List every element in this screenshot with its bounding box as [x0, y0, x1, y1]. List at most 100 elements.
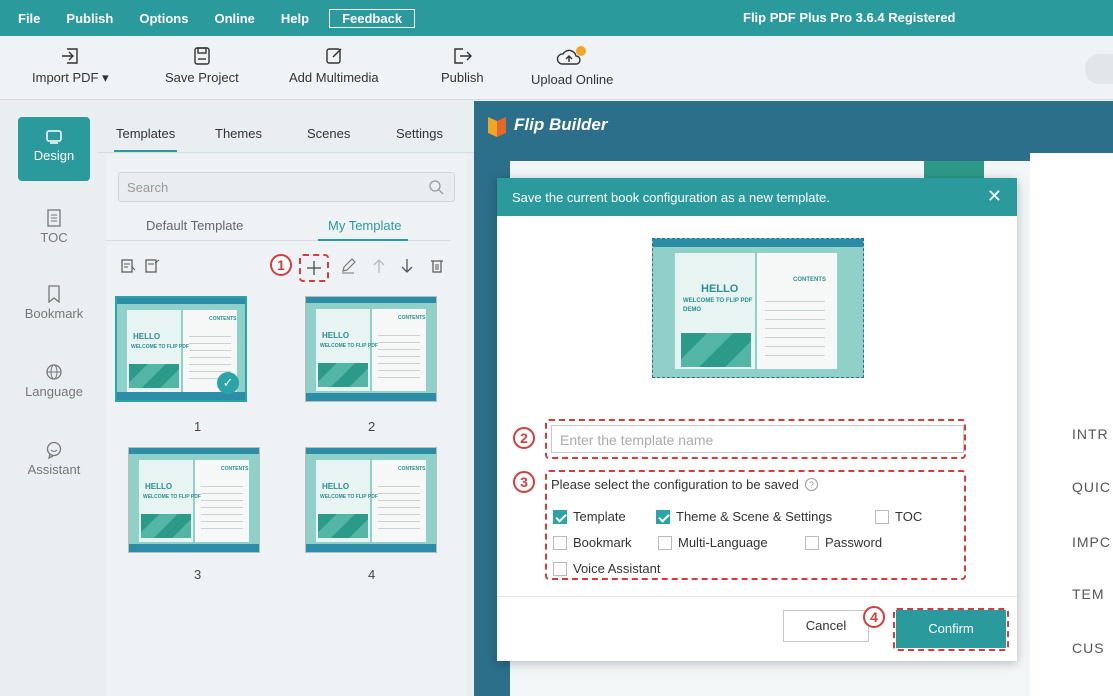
chat-icon: [46, 441, 62, 459]
option-voice-assistant[interactable]: Voice Assistant: [553, 561, 660, 576]
template-thumb-4[interactable]: HELLO WELCOME TO FLIP PDF PLUS CONTENTS: [305, 447, 437, 553]
tab-settings[interactable]: Settings: [396, 126, 443, 141]
subtab-default-template[interactable]: Default Template: [146, 218, 243, 233]
preview-hello-text: HELLO: [701, 283, 739, 295]
help-icon[interactable]: ?: [804, 478, 818, 491]
close-icon[interactable]: ✕: [987, 186, 1002, 207]
tab-templates[interactable]: Templates: [113, 126, 178, 152]
feedback-button[interactable]: Feedback: [329, 8, 416, 28]
checkbox[interactable]: [805, 535, 819, 550]
move-down-icon[interactable]: [400, 258, 414, 274]
toolbar: Import PDF ▾ Save Project Add Multimedia…: [0, 36, 1113, 100]
contents-item-4: TEM: [1072, 586, 1105, 602]
search-placeholder: Search: [127, 180, 169, 195]
dialog-footer-divider: [497, 596, 1017, 597]
contents-item-2: QUIC: [1072, 479, 1111, 495]
checkbox[interactable]: [553, 535, 567, 550]
option-template[interactable]: Template: [553, 509, 626, 524]
option-label: Multi-Language: [678, 535, 768, 550]
checkbox-checked[interactable]: [656, 509, 670, 524]
nav-toc-label: TOC: [40, 230, 68, 245]
upload-online-label: Upload Online: [531, 72, 614, 87]
design-icon: [46, 130, 62, 144]
tab-themes[interactable]: Themes: [215, 126, 262, 141]
move-up-icon[interactable]: [372, 258, 386, 274]
add-multimedia-button[interactable]: Add Multimedia: [289, 46, 379, 85]
template-list-area: Search Default Template My Template 1 HE…: [106, 154, 466, 696]
thumb-hello-text: HELLO: [322, 331, 350, 340]
checkbox[interactable]: [875, 509, 889, 524]
template-name-placeholder: Enter the template name: [560, 432, 714, 448]
export-template-icon[interactable]: [144, 258, 160, 274]
panel-tabs: Templates Themes Scenes Settings: [98, 101, 474, 153]
option-bookmark[interactable]: Bookmark: [553, 535, 632, 550]
nav-assistant[interactable]: Assistant: [18, 441, 90, 477]
import-icon: [62, 48, 78, 64]
thumb-hello-text: HELLO: [133, 332, 161, 341]
add-multimedia-label: Add Multimedia: [289, 70, 379, 85]
menu-publish[interactable]: Publish: [52, 11, 125, 26]
rename-icon[interactable]: [340, 258, 356, 274]
import-pdf-button[interactable]: Import PDF ▾: [32, 46, 109, 86]
publish-button[interactable]: Publish: [441, 46, 484, 85]
contents-item-5: CUS: [1072, 640, 1105, 656]
cancel-button[interactable]: Cancel: [783, 610, 869, 642]
search-icon[interactable]: [428, 179, 444, 195]
option-multi-language[interactable]: Multi-Language: [658, 535, 768, 550]
save-template-dialog: Save the current book configuration as a…: [497, 178, 1017, 661]
edit-icon: [326, 48, 342, 64]
app-title: Flip PDF Plus Pro 3.6.4 Registered: [743, 10, 956, 25]
template-panel: Templates Themes Scenes Settings Search …: [98, 101, 474, 696]
config-title: Please select the configuration to be sa…: [551, 477, 818, 492]
plus-icon[interactable]: [306, 260, 322, 276]
import-template-icon[interactable]: [120, 258, 136, 274]
menu-help[interactable]: Help: [267, 11, 321, 26]
template-label-3: 3: [194, 567, 202, 582]
toc-icon: [47, 209, 61, 227]
left-nav: Design TOC Bookmark Language Assistant: [0, 101, 98, 696]
menu-online[interactable]: Online: [200, 11, 266, 26]
nav-design[interactable]: Design: [18, 117, 90, 181]
nav-language[interactable]: Language: [18, 363, 90, 399]
menu-file[interactable]: File: [0, 11, 52, 26]
option-password[interactable]: Password: [805, 535, 882, 550]
step-2-marker: 2: [513, 427, 535, 449]
trash-icon[interactable]: [429, 258, 445, 274]
preview-sub-text: WELCOME TO FLIP PDF DEMO: [683, 298, 753, 313]
nav-assistant-label: Assistant: [27, 462, 81, 477]
qr-code-button[interactable]: [1085, 54, 1113, 84]
template-thumb-1[interactable]: HELLO WELCOME TO FLIP PDF PLUS CONTENTS …: [115, 296, 247, 402]
option-toc[interactable]: TOC: [875, 509, 922, 524]
save-icon: [194, 47, 210, 65]
option-theme-scene-settings[interactable]: Theme & Scene & Settings: [656, 509, 832, 524]
option-label: Password: [825, 535, 883, 550]
template-thumb-3[interactable]: HELLO WELCOME TO FLIP PDF PLUS CONTENTS: [128, 447, 260, 553]
search-input[interactable]: Search: [118, 172, 455, 202]
publish-label: Publish: [441, 70, 484, 85]
thumb-contents-text: CONTENTS: [398, 466, 426, 472]
cloud-upload-icon: [556, 46, 587, 65]
upload-online-button[interactable]: Upload Online: [531, 46, 613, 87]
menu-options[interactable]: Options: [125, 11, 200, 26]
nav-toc[interactable]: TOC: [18, 209, 90, 245]
publish-icon: [454, 48, 473, 64]
thumb-contents-text: CONTENTS: [398, 315, 426, 321]
checkbox[interactable]: [553, 561, 567, 576]
template-preview-image: HELLO WELCOME TO FLIP PDF DEMO CONTENTS: [652, 238, 864, 378]
flip-builder-logo-icon: [488, 117, 506, 137]
config-title-text: Please select the configuration to be sa…: [551, 477, 799, 492]
template-name-input[interactable]: Enter the template name: [551, 425, 964, 453]
subtab-my-template[interactable]: My Template: [328, 218, 401, 233]
thumb-hello-text: HELLO: [145, 482, 173, 491]
save-project-button[interactable]: Save Project: [165, 46, 239, 85]
checkbox-checked[interactable]: [553, 509, 567, 524]
option-label: TOC: [895, 509, 923, 524]
nav-bookmark[interactable]: Bookmark: [18, 285, 90, 321]
thumb-hello-text: HELLO: [322, 482, 350, 491]
template-thumb-2[interactable]: HELLO WELCOME TO FLIP PDF PLUS CONTENTS: [305, 296, 437, 402]
contents-page: [1030, 153, 1113, 696]
confirm-button[interactable]: Confirm: [896, 610, 1006, 648]
nav-design-label: Design: [33, 148, 75, 163]
checkbox[interactable]: [658, 535, 672, 550]
tab-scenes[interactable]: Scenes: [307, 126, 350, 141]
